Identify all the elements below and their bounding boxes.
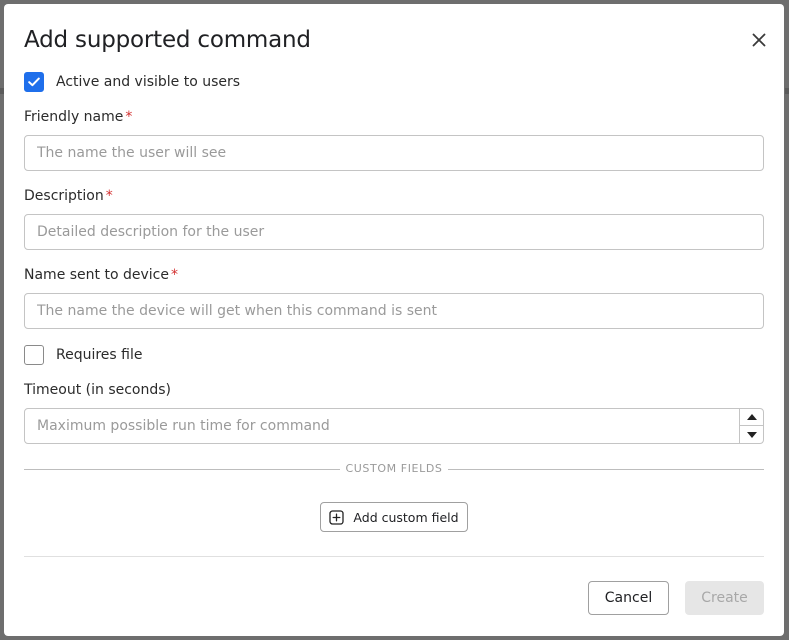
- friendly-name-label: Friendly name *: [24, 109, 132, 125]
- active-visible-checkbox[interactable]: [24, 72, 44, 92]
- decrement-button[interactable]: [740, 426, 764, 443]
- cancel-button[interactable]: Cancel: [588, 581, 669, 615]
- backdrop-right-edge: [785, 88, 789, 94]
- requires-file-checkbox[interactable]: [24, 345, 44, 365]
- create-button[interactable]: Create: [685, 581, 764, 615]
- friendly-name-label-text: Friendly name: [24, 109, 124, 125]
- dialog-title: Add supported command: [24, 27, 311, 53]
- timeout-input[interactable]: [24, 408, 764, 444]
- checkmark-icon: [28, 77, 40, 87]
- footer-divider: [24, 556, 764, 557]
- device-name-label-text: Name sent to device: [24, 267, 169, 283]
- required-marker: *: [125, 109, 133, 125]
- plus-square-icon: [329, 509, 345, 525]
- description-label-text: Description: [24, 188, 104, 204]
- requires-file-label: Requires file: [56, 347, 143, 363]
- active-visible-label: Active and visible to users: [56, 74, 241, 90]
- caret-down-icon: [747, 431, 757, 438]
- custom-fields-divider-right: [448, 469, 764, 470]
- add-custom-field-button[interactable]: Add custom field: [320, 502, 468, 532]
- description-label: Description *: [24, 188, 113, 204]
- requires-file-row: Requires file: [24, 345, 143, 365]
- device-name-input[interactable]: [24, 293, 764, 329]
- timeout-label: Timeout (in seconds): [24, 382, 171, 398]
- friendly-name-input[interactable]: [24, 135, 764, 171]
- active-visible-row: Active and visible to users: [24, 72, 240, 92]
- add-custom-field-label: Add custom field: [353, 509, 459, 525]
- required-marker: *: [170, 267, 178, 283]
- device-name-label: Name sent to device *: [24, 267, 178, 283]
- required-marker: *: [105, 188, 113, 204]
- increment-button[interactable]: [740, 408, 764, 426]
- timeout-stepper: [739, 408, 764, 444]
- caret-up-icon: [747, 413, 757, 420]
- close-button[interactable]: [748, 29, 770, 51]
- custom-fields-divider-left: [24, 469, 340, 470]
- custom-fields-heading: CUSTOM FIELDS: [345, 462, 443, 475]
- add-command-dialog: Add supported command Active and visible…: [4, 4, 784, 636]
- description-input[interactable]: [24, 214, 764, 250]
- close-icon: [752, 33, 766, 47]
